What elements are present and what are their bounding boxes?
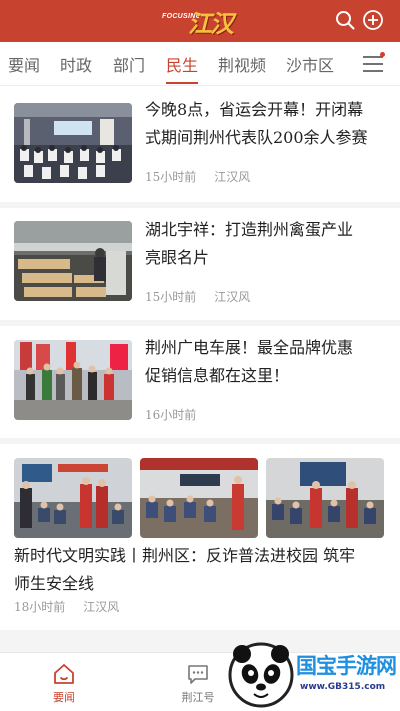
news-title-line: 师生安全线 — [14, 574, 95, 593]
news-thumbnail — [14, 340, 132, 420]
news-source: 江汉风 — [83, 600, 120, 614]
news-meta: 15小时前 江汉风 — [145, 288, 250, 305]
news-title-line: 促销信息都在这里！ — [145, 366, 290, 385]
news-title[interactable]: 湖北宇祥：打造荆州禽蛋产业 亮眼名片 — [145, 216, 390, 272]
watermark-url: www.GB315.com — [300, 682, 386, 692]
tab-yaowen[interactable]: 要闻 — [8, 52, 40, 76]
news-time: 16小时前 — [145, 408, 197, 422]
news-item[interactable]: 今晚8点，省运会开幕！开闭幕 式期间荆州代表队200余人参赛 15小时前 江汉风 — [0, 86, 400, 202]
news-title[interactable]: 新时代文明实践丨荆州区：反诈普法进校园 筑牢 师生安全线 — [14, 542, 390, 598]
news-title-line: 今晚8点，省运会开幕！开闭幕 — [145, 100, 364, 119]
news-thumbnail — [14, 103, 132, 183]
news-time: 18小时前 — [14, 600, 66, 614]
channel-tabs: 要闻 时政 部门 民生 荆视频 沙市区 — [0, 42, 400, 86]
panda-logo-icon — [228, 642, 294, 708]
nav-item-yaowen[interactable]: 要闻 — [24, 653, 104, 711]
news-title-line: 亮眼名片 — [145, 248, 210, 267]
news-thumbnail — [140, 458, 258, 538]
news-item[interactable]: 荆州广电车展！最全品牌优惠 促销信息都在这里！ 16小时前 — [0, 326, 400, 438]
top-bar: FOCUSING 江汉风 — [0, 0, 400, 73]
watermark-text: 国宝手游网 — [296, 654, 397, 678]
news-title-line: 式期间荆州代表队200余人参赛 — [145, 128, 368, 147]
news-title[interactable]: 荆州广电车展！最全品牌优惠 促销信息都在这里！ — [145, 334, 390, 390]
news-title-line: 新时代文明实践丨荆州区：反诈普法进校园 筑牢 — [14, 546, 356, 565]
notification-dot — [380, 52, 385, 57]
nav-label: 要闻 — [53, 691, 75, 704]
add-circle-icon[interactable] — [362, 9, 384, 31]
tab-shashiqu[interactable]: 沙市区 — [286, 52, 334, 76]
active-tab-indicator — [166, 82, 198, 84]
news-thumbnail — [266, 458, 384, 538]
news-title[interactable]: 今晚8点，省运会开幕！开闭幕 式期间荆州代表队200余人参赛 — [145, 96, 390, 152]
home-icon — [54, 664, 74, 684]
news-title-line: 荆州广电车展！最全品牌优惠 — [145, 338, 354, 357]
news-item[interactable]: 新时代文明实践丨荆州区：反诈普法进校园 筑牢 师生安全线 18小时前 江汉风 — [0, 444, 400, 630]
news-time: 15小时前 — [145, 290, 197, 304]
news-title-line: 湖北宇祥：打造荆州禽蛋产业 — [145, 220, 354, 239]
news-meta: 16小时前 — [145, 406, 196, 423]
news-meta: 18小时前 江汉风 — [14, 598, 119, 615]
news-item[interactable]: 湖北宇祥：打造荆州禽蛋产业 亮眼名片 15小时前 江汉风 — [0, 208, 400, 320]
news-time: 15小时前 — [145, 170, 197, 184]
news-thumbnail — [14, 458, 132, 538]
news-thumbnail — [14, 221, 132, 301]
tab-jingshipin[interactable]: 荆视频 — [218, 52, 266, 76]
tab-bumen[interactable]: 部门 — [113, 52, 145, 76]
news-meta: 15小时前 江汉风 — [145, 168, 250, 185]
tab-minsheng[interactable]: 民生 — [166, 52, 198, 76]
tab-shizheng[interactable]: 时政 — [60, 52, 92, 76]
news-source: 江汉风 — [214, 290, 251, 304]
news-source: 江汉风 — [214, 170, 251, 184]
search-icon[interactable] — [334, 9, 356, 31]
site-watermark: 国宝手游网 www.GB315.com — [228, 636, 400, 711]
app-logo: FOCUSING 江汉风 — [158, 5, 242, 73]
